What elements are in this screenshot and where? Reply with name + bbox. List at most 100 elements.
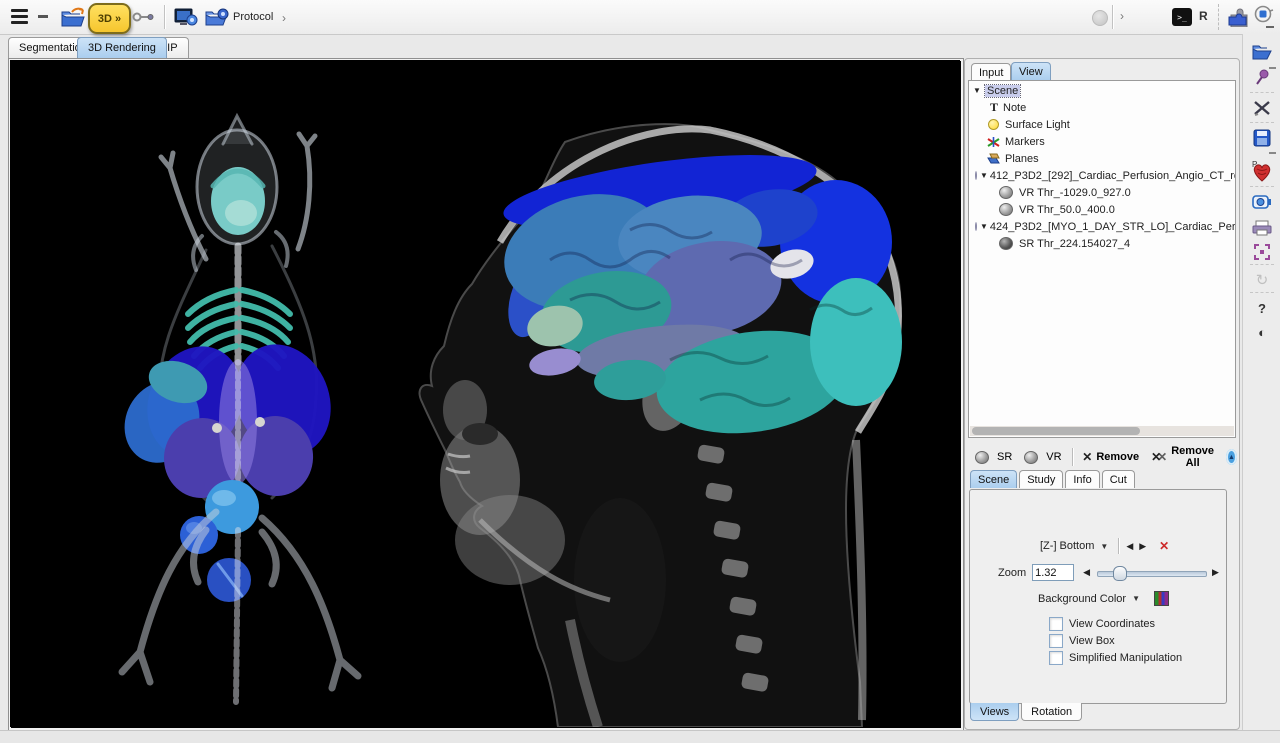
tab-cut[interactable]: Cut (1102, 470, 1135, 488)
tree-item-vr-1[interactable]: VR Thr_-1029.0_927.0 (999, 185, 1235, 200)
tree-item-label: 424_P3D2_[MYO_1_DAY_STR_LO]_Cardiac_Perf… (988, 221, 1236, 233)
tree-item-scene[interactable]: ▼ Scene (973, 83, 1235, 98)
load-folder-icon[interactable] (60, 6, 86, 29)
scene-tree[interactable]: ▼ Scene T Note Surface Light Markers (968, 80, 1236, 438)
fit-view-icon[interactable] (1243, 240, 1280, 264)
record-disabled-icon (1092, 10, 1108, 26)
tree-item-surface-light[interactable]: Surface Light (987, 117, 1235, 132)
tree-item-label: Planes (1003, 153, 1041, 165)
save-icon[interactable] (1243, 126, 1280, 150)
tree-item-planes[interactable]: Planes (987, 151, 1235, 166)
protocol-folder-icon[interactable] (204, 7, 230, 27)
scrollbar-thumb[interactable] (972, 427, 1140, 435)
chevron-down-icon[interactable]: ▼ (1132, 594, 1140, 603)
link-key-icon[interactable] (132, 11, 156, 23)
tree-item-label: VR Thr_50.0_400.0 (1017, 204, 1117, 216)
orientation-value[interactable]: [Z-] Bottom (1040, 540, 1094, 552)
view-box-checkbox[interactable] (1049, 634, 1063, 648)
pin-icon[interactable] (1243, 65, 1280, 89)
up-arrow-icon: ▲ (1228, 454, 1235, 461)
scene-control-panel: Input View ▼ Scene T Note Surface Light (964, 58, 1240, 730)
view-coordinates-checkbox[interactable] (1049, 617, 1063, 631)
tree-item-vr-2[interactable]: VR Thr_50.0_400.0 (999, 202, 1235, 217)
tab-info[interactable]: Info (1065, 470, 1099, 488)
render-canvas[interactable] (8, 58, 964, 731)
r-console-label[interactable]: R (1199, 9, 1208, 23)
contrast-icon[interactable]: ◐ (1243, 320, 1280, 344)
sr-button[interactable]: SR (969, 451, 1018, 464)
printer-icon[interactable] (1243, 216, 1280, 240)
zoom-decrease-button[interactable]: ◀ (1080, 567, 1093, 578)
open-folder-icon[interactable] (1243, 40, 1280, 64)
tab-scene[interactable]: Scene (970, 470, 1017, 488)
caret-down-icon[interactable]: ▼ (973, 86, 985, 95)
tree-item-dataset-412[interactable]: ▼ 412_P3D2_[292]_Cardiac_Perfusion_Angio… (975, 168, 1235, 183)
3d-tool-button[interactable]: 3D » (88, 3, 131, 34)
separator (1118, 538, 1119, 554)
caret-down-icon[interactable]: ▼ (980, 171, 988, 180)
tree-item-sr-1[interactable]: SR Thr_224.154027_4 (999, 236, 1235, 251)
tree-horizontal-scrollbar[interactable] (970, 426, 1234, 436)
caret-down-icon[interactable]: ▼ (980, 222, 988, 231)
tab-views[interactable]: Views (970, 703, 1019, 721)
terminal-icon[interactable]: >_ (1172, 8, 1192, 26)
status-bar (0, 730, 1280, 743)
checkbox-label: Simplified Manipulation (1069, 652, 1182, 664)
prev-view-button[interactable]: ◀ (1123, 541, 1136, 552)
simplified-manipulation-checkbox[interactable] (1049, 651, 1063, 665)
separator (1072, 448, 1073, 466)
close-views-icon[interactable] (1243, 96, 1280, 120)
reset-view-button[interactable]: ✕ (1159, 539, 1169, 553)
cardiac-tool-icon[interactable]: P (1243, 156, 1280, 186)
tree-item-label: Scene (985, 85, 1020, 97)
view-coordinates-row: View Coordinates (1049, 617, 1155, 631)
slider-thumb[interactable] (1113, 566, 1127, 581)
separator (1250, 292, 1274, 293)
zoom-input[interactable] (1032, 564, 1074, 581)
chevron-right-icon[interactable]: › (282, 11, 286, 25)
menu-icon[interactable] (10, 8, 28, 25)
separator (1250, 264, 1274, 265)
background-color-label: Background Color (1038, 593, 1126, 605)
protocol-label[interactable]: Protocol (233, 11, 273, 23)
remove-button[interactable]: ✕ Remove (1076, 450, 1145, 464)
plugins-icon[interactable] (1228, 7, 1252, 27)
tree-item-dataset-424[interactable]: ▼ 424_P3D2_[MYO_1_DAY_STR_LO]_Cardiac_Pe… (975, 219, 1235, 234)
tab-3d-rendering[interactable]: 3D Rendering (77, 37, 167, 58)
tree-item-label: 412_P3D2_[292]_Cardiac_Perfusion_Angio_C… (988, 170, 1236, 182)
tab-study[interactable]: Study (1019, 470, 1063, 488)
view-box-row: View Box (1049, 634, 1115, 648)
chevron-down-icon[interactable]: ▼ (1100, 542, 1108, 551)
acquisition-screen-icon[interactable] (174, 7, 198, 27)
zoom-label: Zoom (998, 567, 1026, 579)
toolbar-separator (1218, 4, 1220, 30)
checkbox-label: View Coordinates (1069, 618, 1155, 630)
vr-sphere-icon (1024, 451, 1038, 464)
application-window: 3D » Protocol › › >_ R (0, 0, 1280, 742)
chevron-right-icon[interactable]: › (1120, 9, 1124, 23)
next-view-button[interactable]: ▶ (1136, 541, 1149, 552)
camera-circle-icon[interactable] (1254, 5, 1274, 23)
help-icon[interactable]: ? (1243, 296, 1280, 320)
background-color-swatch[interactable] (1154, 591, 1169, 606)
tab-input[interactable]: Input (971, 63, 1011, 81)
cross-icon: ✕ (1082, 450, 1092, 464)
sr-sphere-icon (975, 451, 989, 464)
collapse-panel-button[interactable]: ▲ (1226, 449, 1237, 465)
tab-view[interactable]: View (1011, 62, 1051, 80)
background-color-row: Background Color ▼ (1038, 591, 1169, 606)
tree-item-markers[interactable]: Markers (987, 134, 1235, 149)
separator (1250, 92, 1274, 93)
tree-handle-icon[interactable] (975, 171, 977, 180)
tree-item-label: Note (1001, 102, 1028, 114)
vr-button[interactable]: VR (1018, 451, 1067, 464)
tab-rotation[interactable]: Rotation (1021, 703, 1082, 721)
toolbar-separator (1112, 5, 1113, 29)
tree-item-note[interactable]: T Note (987, 100, 1235, 115)
tree-handle-icon[interactable] (975, 222, 977, 231)
capture-camera-icon[interactable] (1243, 190, 1280, 214)
separator (1250, 122, 1274, 123)
zoom-slider[interactable] (1097, 566, 1205, 580)
zoom-increase-button[interactable]: ▶ (1209, 567, 1222, 578)
remove-all-button[interactable]: ✕✕ Remove All (1145, 445, 1220, 469)
